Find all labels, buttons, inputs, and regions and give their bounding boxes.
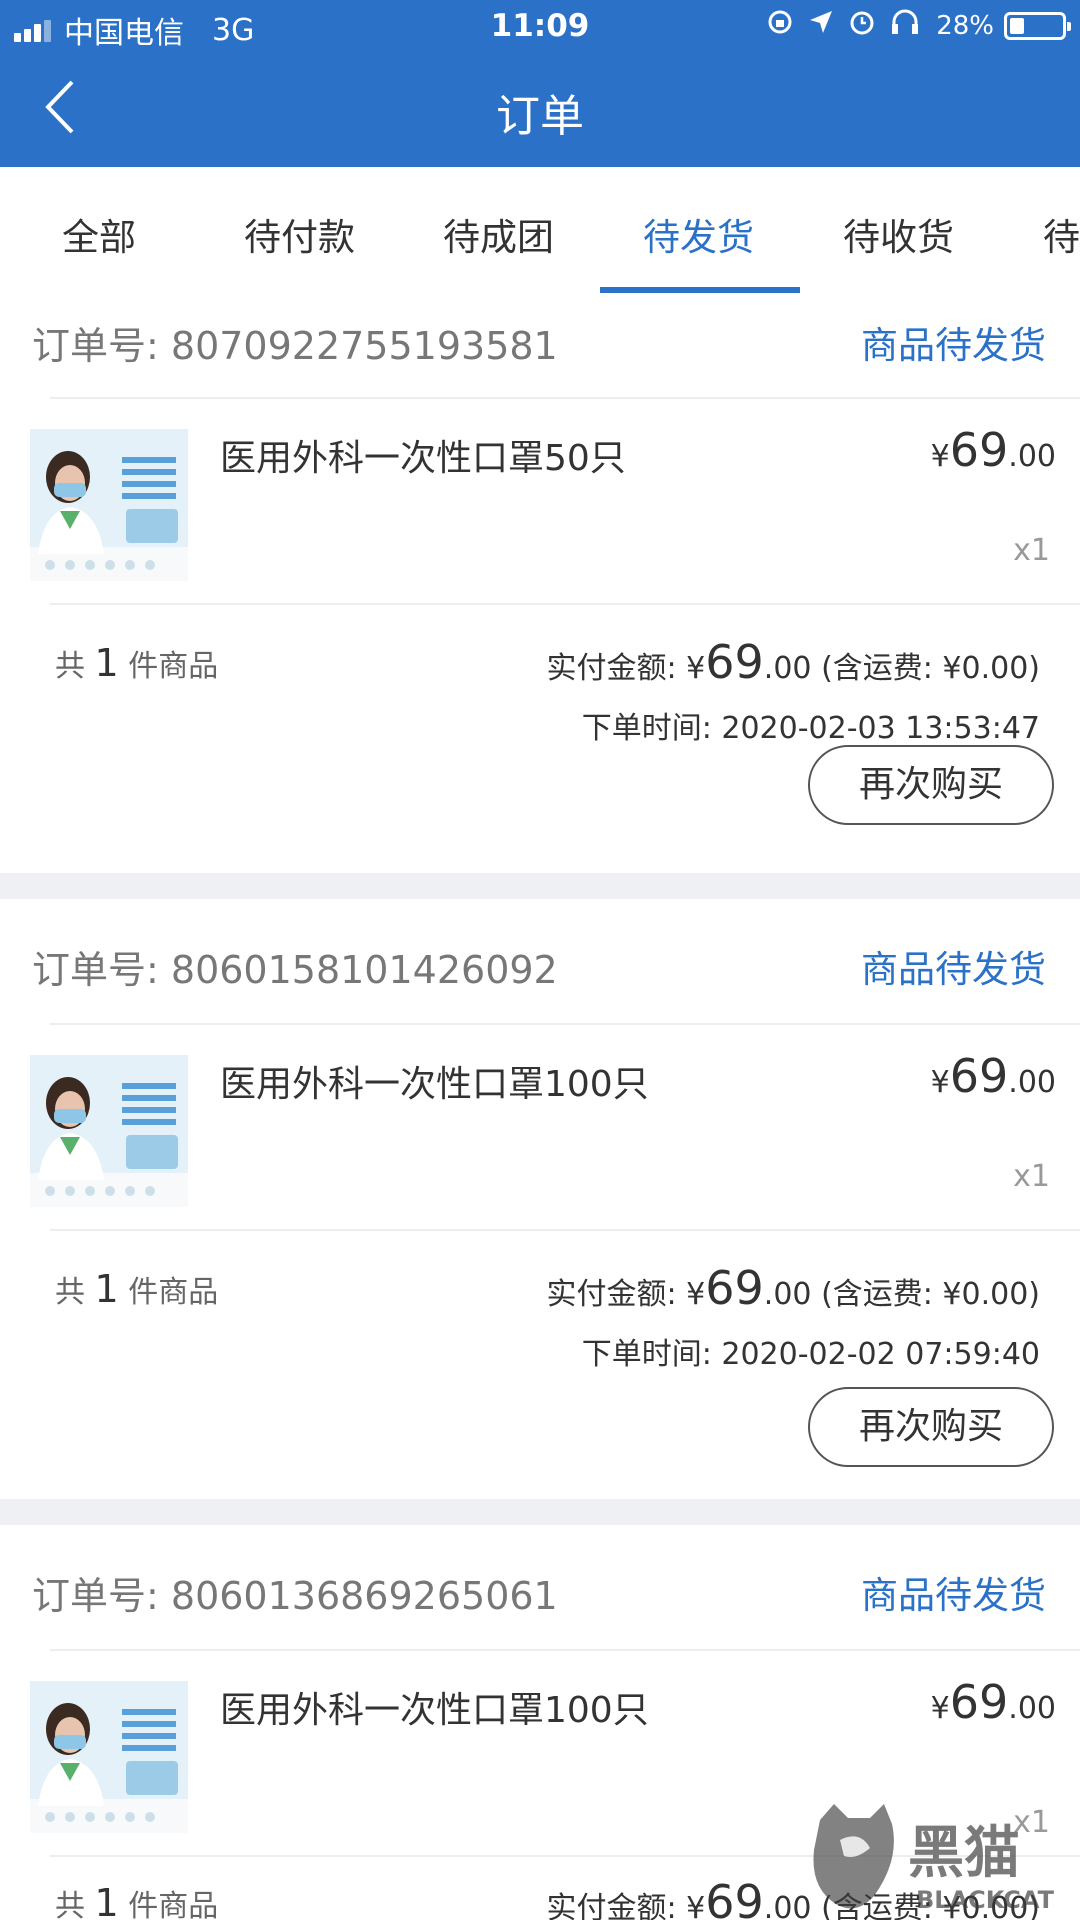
order-time: 下单时间: 2020-02-03 13:53:47 [582,703,1040,747]
paid-integer: 69 [705,1875,764,1920]
order-number: 订单号: 8060136869265061 [32,1565,558,1620]
order-number-label: 订单号: [32,948,171,992]
price-decimal: .00 [1008,1065,1056,1100]
mask-product-image [30,1681,188,1833]
paid-decimal: .00 [763,1277,812,1312]
status-right: 28% [752,8,1071,43]
price-decimal: .00 [1008,439,1056,474]
order-card: 订单号: 8070922755193581 商品待发货 医用外科一次性口罩50只… [0,293,1080,873]
paid-integer: 69 [705,635,764,689]
buy-again-button[interactable]: 再次购买 [808,745,1054,825]
tab-pending-payment[interactable]: 待付款 [244,207,355,261]
app-header: 中国电信 3G 11:09 28% 订单 [0,0,1080,167]
paid-amount: 实付金额: ¥69.00 (含运费: ¥0.00) [547,635,1040,689]
price-decimal: .00 [1008,1691,1056,1726]
order-time: 下单时间: 2020-02-02 07:59:40 [582,1329,1040,1373]
shipping-fee: (含运费: ¥0.00) [821,651,1040,686]
count-prefix: 共 [55,1889,85,1920]
product-name[interactable]: 医用外科一次性口罩100只 [220,1681,649,1733]
product-thumbnail[interactable] [30,429,188,581]
price-integer: 69 [949,1675,1009,1729]
status-bar: 中国电信 3G 11:09 28% [0,0,1080,54]
battery-icon [1004,11,1071,40]
tab-pending-shipment[interactable]: 待发货 [643,207,754,261]
divider [50,1023,1080,1025]
order-status: 商品待发货 [861,324,1046,367]
count-number: 1 [94,641,119,685]
product-price: ¥69.00 [931,1049,1056,1103]
order-number-value: 8060136869265061 [170,1574,558,1618]
product-price: ¥69.00 [931,423,1056,477]
product-name[interactable]: 医用外科一次性口罩100只 [220,1055,649,1107]
tab-all[interactable]: 全部 [62,207,136,261]
paid-integer: 69 [705,1261,764,1315]
mask-product-image [30,429,188,581]
count-number: 1 [94,1881,119,1920]
count-prefix: 共 [55,649,85,684]
section-gap [0,1499,1080,1525]
watermark-subtext: BLACKCAT [916,1886,1055,1914]
product-quantity: x1 [1013,1159,1050,1194]
battery-percent: 28% [936,10,994,41]
divider [50,1229,1080,1231]
order-number-label: 订单号: [32,1574,171,1618]
order-time-label: 下单时间: [581,711,722,746]
price-symbol: ¥ [930,439,950,474]
blackcat-watermark-logo: 黑猫 BLACKCAT [800,1800,1080,1920]
divider [50,397,1080,399]
location-icon [808,9,834,42]
divider [50,603,1080,605]
count-suffix: 件商品 [128,1889,219,1920]
product-quantity: x1 [1013,533,1050,568]
paid-decimal: .00 [763,651,812,686]
item-count: 共 1 件商品 [55,1267,218,1311]
paid-label: 实付金额: ¥ [546,651,706,686]
product-thumbnail[interactable] [30,1055,188,1207]
paid-label: 实付金额: ¥ [546,1891,706,1920]
order-time-label: 下单时间: [581,1337,722,1372]
headphones-icon [890,8,920,43]
price-integer: 69 [949,423,1009,477]
price-symbol: ¥ [930,1065,950,1100]
paid-label: 实付金额: ¥ [546,1277,706,1312]
order-number-value: 8060158101426092 [170,948,558,992]
item-count: 共 1 件商品 [55,641,218,685]
watermark-text: 黑猫 [908,1821,1020,1886]
order-tabs: 全部 待付款 待成团 待发货 待收货 待 [0,167,1080,293]
page-title: 订单 [496,91,584,142]
section-gap [0,873,1080,899]
shipping-fee: (含运费: ¥0.00) [821,1277,1040,1312]
count-number: 1 [94,1267,119,1311]
product-thumbnail[interactable] [30,1681,188,1833]
order-card: 订单号: 8060158101426092 商品待发货 医用外科一次性口罩100… [0,899,1080,1499]
tab-more[interactable]: 待 [1043,207,1080,261]
alarm-icon [848,8,876,43]
paid-amount: 实付金额: ¥69.00 (含运费: ¥0.00) [547,1261,1040,1315]
order-number: 订单号: 8070922755193581 [32,315,558,370]
order-time-value: 2020-02-02 07:59:40 [721,1337,1040,1372]
divider [50,1649,1080,1651]
battery-fill [1010,17,1024,34]
order-number-label: 订单号: [32,324,171,368]
price-integer: 69 [949,1049,1009,1103]
item-count: 共 1 件商品 [55,1881,218,1920]
count-suffix: 件商品 [128,1275,219,1310]
order-status: 商品待发货 [861,1574,1046,1617]
buy-again-button[interactable]: 再次购买 [808,1387,1054,1467]
tab-pending-group[interactable]: 待成团 [443,207,554,261]
rotation-lock-icon [766,8,794,43]
product-name[interactable]: 医用外科一次性口罩50只 [220,429,626,481]
product-price: ¥69.00 [931,1675,1056,1729]
mask-product-image [30,1055,188,1207]
tab-pending-receipt[interactable]: 待收货 [843,207,954,261]
count-suffix: 件商品 [128,649,219,684]
cat-logo-icon: 黑猫 BLACKCAT [813,1804,1055,1914]
order-number-value: 8070922755193581 [170,324,558,368]
order-status: 商品待发货 [861,948,1046,991]
count-prefix: 共 [55,1275,85,1310]
price-symbol: ¥ [930,1691,950,1726]
order-time-value: 2020-02-03 13:53:47 [721,711,1040,746]
order-number: 订单号: 8060158101426092 [32,939,558,994]
